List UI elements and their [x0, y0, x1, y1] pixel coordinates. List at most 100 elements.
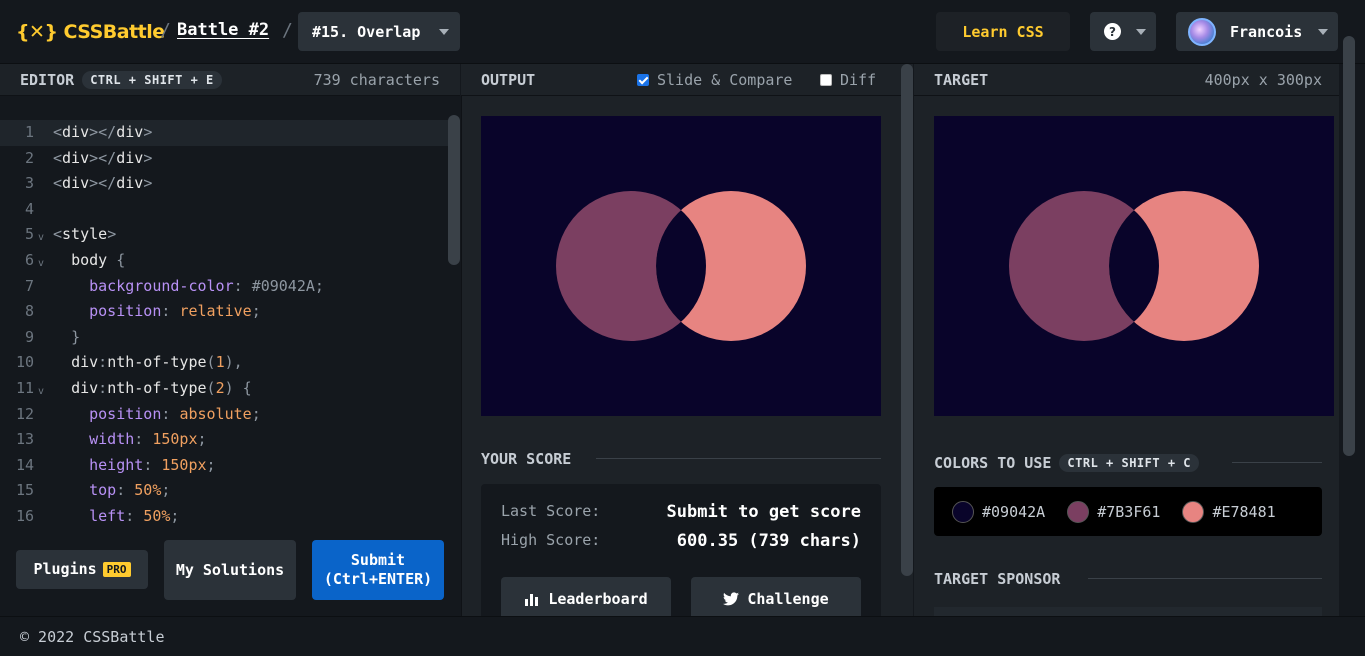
code-text: position: absolute; [89, 404, 261, 423]
editor-scrollbar[interactable] [448, 115, 460, 265]
footer: © 2022 CSSBattle [0, 616, 1365, 656]
last-score-value: Submit to get score [666, 502, 861, 522]
code-line[interactable]: 15 top: 50%; [0, 478, 448, 504]
target-header: TARGET 400px x 300px [914, 64, 1339, 96]
section-divider [1088, 578, 1322, 579]
code-line[interactable]: 14 height: 150px; [0, 453, 448, 479]
submit-button[interactable]: Submit (Ctrl+ENTER) [312, 540, 444, 600]
code-line[interactable]: 13 width: 150px; [0, 427, 448, 453]
code-line[interactable]: 2 <div></div> [0, 146, 448, 172]
score-title: YOUR SCORE [481, 450, 572, 468]
help-icon: ? [1104, 23, 1121, 40]
code-line[interactable]: 6v body { [0, 248, 448, 274]
challenge-button[interactable]: Challenge [691, 577, 861, 621]
challenge-label: Challenge [747, 590, 829, 608]
diff-checkbox[interactable] [820, 73, 832, 86]
code-text: body { [71, 250, 126, 269]
last-score-label: Last Score: [501, 502, 601, 520]
code-text: left: 50%; [89, 506, 180, 525]
score-card: Last Score: Submit to get score High Sco… [481, 484, 881, 624]
user-menu-button[interactable]: Francois [1176, 12, 1338, 51]
output-canvas[interactable] [481, 116, 881, 416]
code-text: height: 150px; [89, 455, 216, 474]
line-number: 1 [24, 123, 34, 141]
code-text: <div></div> [53, 174, 153, 193]
code-line[interactable]: 10 div:nth-of-type(1), [0, 350, 448, 376]
avatar [1188, 17, 1216, 46]
line-number: 13 [15, 430, 34, 449]
line-number: 2 [24, 148, 34, 167]
colors-palette: #09042A #7B3F61 #E78481 [934, 487, 1322, 536]
code-line[interactable]: 3 <div></div> [0, 171, 448, 197]
slide-compare-label: Slide & Compare [657, 70, 793, 89]
code-text: position: relative; [89, 302, 261, 321]
diff-label: Diff [840, 70, 877, 89]
section-divider [596, 458, 881, 459]
user-name: Francois [1230, 22, 1303, 41]
colors-title: COLORS TO USE CTRL + SHIFT + C [934, 454, 1199, 472]
code-editor[interactable]: 1 <div></div> 2 <div></div> 3 <div></div> 4 5 v <… [0, 120, 448, 530]
code-line[interactable]: 5 v <style> [0, 222, 448, 248]
chevron-down-icon [439, 29, 449, 35]
diff-toggle[interactable]: Diff [820, 71, 876, 89]
line-number: 16 [15, 506, 34, 525]
code-line[interactable]: 8 position: relative; [0, 299, 448, 325]
code-line[interactable]: 12 position: absolute; [0, 402, 448, 428]
editor-header: EDITOR CTRL + SHIFT + E 739 characters [0, 64, 460, 96]
code-text: width: 150px; [89, 430, 207, 449]
color-hex-label: #09042A [982, 502, 1046, 521]
leaderboard-label: Leaderboard [548, 590, 648, 608]
editor-shortcut-badge: CTRL + SHIFT + E [82, 70, 222, 89]
level-select[interactable]: #15. Overlap [298, 12, 460, 51]
code-text: } [71, 327, 81, 346]
slide-compare-toggle[interactable]: Slide & Compare [637, 71, 792, 89]
page-scrollbar[interactable] [1343, 36, 1355, 456]
my-solutions-button[interactable]: My Solutions [164, 540, 296, 600]
learn-css-button[interactable]: Learn CSS [936, 12, 1070, 51]
color-dot [1182, 500, 1205, 523]
code-line[interactable]: 16 left: 50%; [0, 504, 448, 530]
bar-chart-icon [525, 594, 539, 606]
help-menu-button[interactable]: ? [1090, 12, 1156, 51]
colors-shortcut-badge: CTRL + SHIFT + C [1059, 454, 1199, 472]
chevron-down-icon [1136, 29, 1146, 35]
character-count: 739 characters [313, 70, 440, 89]
output-header: OUTPUT Slide & Compare Diff [461, 64, 901, 96]
slide-compare-checkbox[interactable] [637, 73, 649, 86]
code-text: div:nth-of-type(1), [71, 353, 243, 372]
plugins-button[interactable]: Plugins PRO [16, 550, 148, 589]
colors-title-label: COLORS TO USE [934, 454, 1052, 472]
editor-title: EDITOR [20, 70, 75, 89]
top-bar: {✕} CSSBattle / Battle #2 / #15. Overlap… [0, 0, 1365, 64]
color-swatch[interactable]: #7B3F61 [1067, 500, 1161, 523]
color-hex-label: #7B3F61 [1097, 502, 1161, 521]
code-line[interactable]: 1 <div></div> [0, 120, 448, 146]
pro-badge: PRO [102, 561, 131, 578]
battle-link[interactable]: Battle #2 [177, 20, 269, 40]
breadcrumb-separator: / [282, 20, 293, 41]
leaderboard-button[interactable]: Leaderboard [501, 577, 671, 621]
code-text: top: 50%; [89, 481, 171, 500]
line-number: 12 [15, 404, 34, 423]
code-text: div:nth-of-type(2) { [71, 378, 252, 397]
color-dot [952, 500, 974, 523]
color-swatch[interactable]: #09042A [952, 500, 1046, 523]
color-swatch[interactable]: #E78481 [1182, 500, 1276, 523]
line-number: 5 [24, 225, 34, 244]
output-scrollbar[interactable] [901, 64, 913, 576]
output-title: OUTPUT [481, 70, 536, 89]
logo-text: CSSBattle [63, 21, 165, 43]
code-line[interactable]: 4 [0, 197, 448, 223]
code-line[interactable]: 9 } [0, 325, 448, 351]
line-number: 11 [15, 378, 34, 397]
code-line[interactable]: 11 v div:nth-of-type(2) { [0, 376, 448, 402]
line-number: 15 [15, 481, 34, 500]
code-text: <style> [53, 225, 117, 244]
cssbattle-logo[interactable]: {✕} CSSBattle [16, 18, 165, 46]
code-line[interactable]: 7 background-color: #09042A; [0, 274, 448, 300]
high-score-value: 600.35 (739 chars) [676, 531, 861, 551]
line-number: 10 [15, 353, 34, 372]
line-number: 8 [24, 302, 34, 321]
twitter-icon [723, 592, 740, 606]
plugins-label: Plugins [33, 560, 97, 579]
